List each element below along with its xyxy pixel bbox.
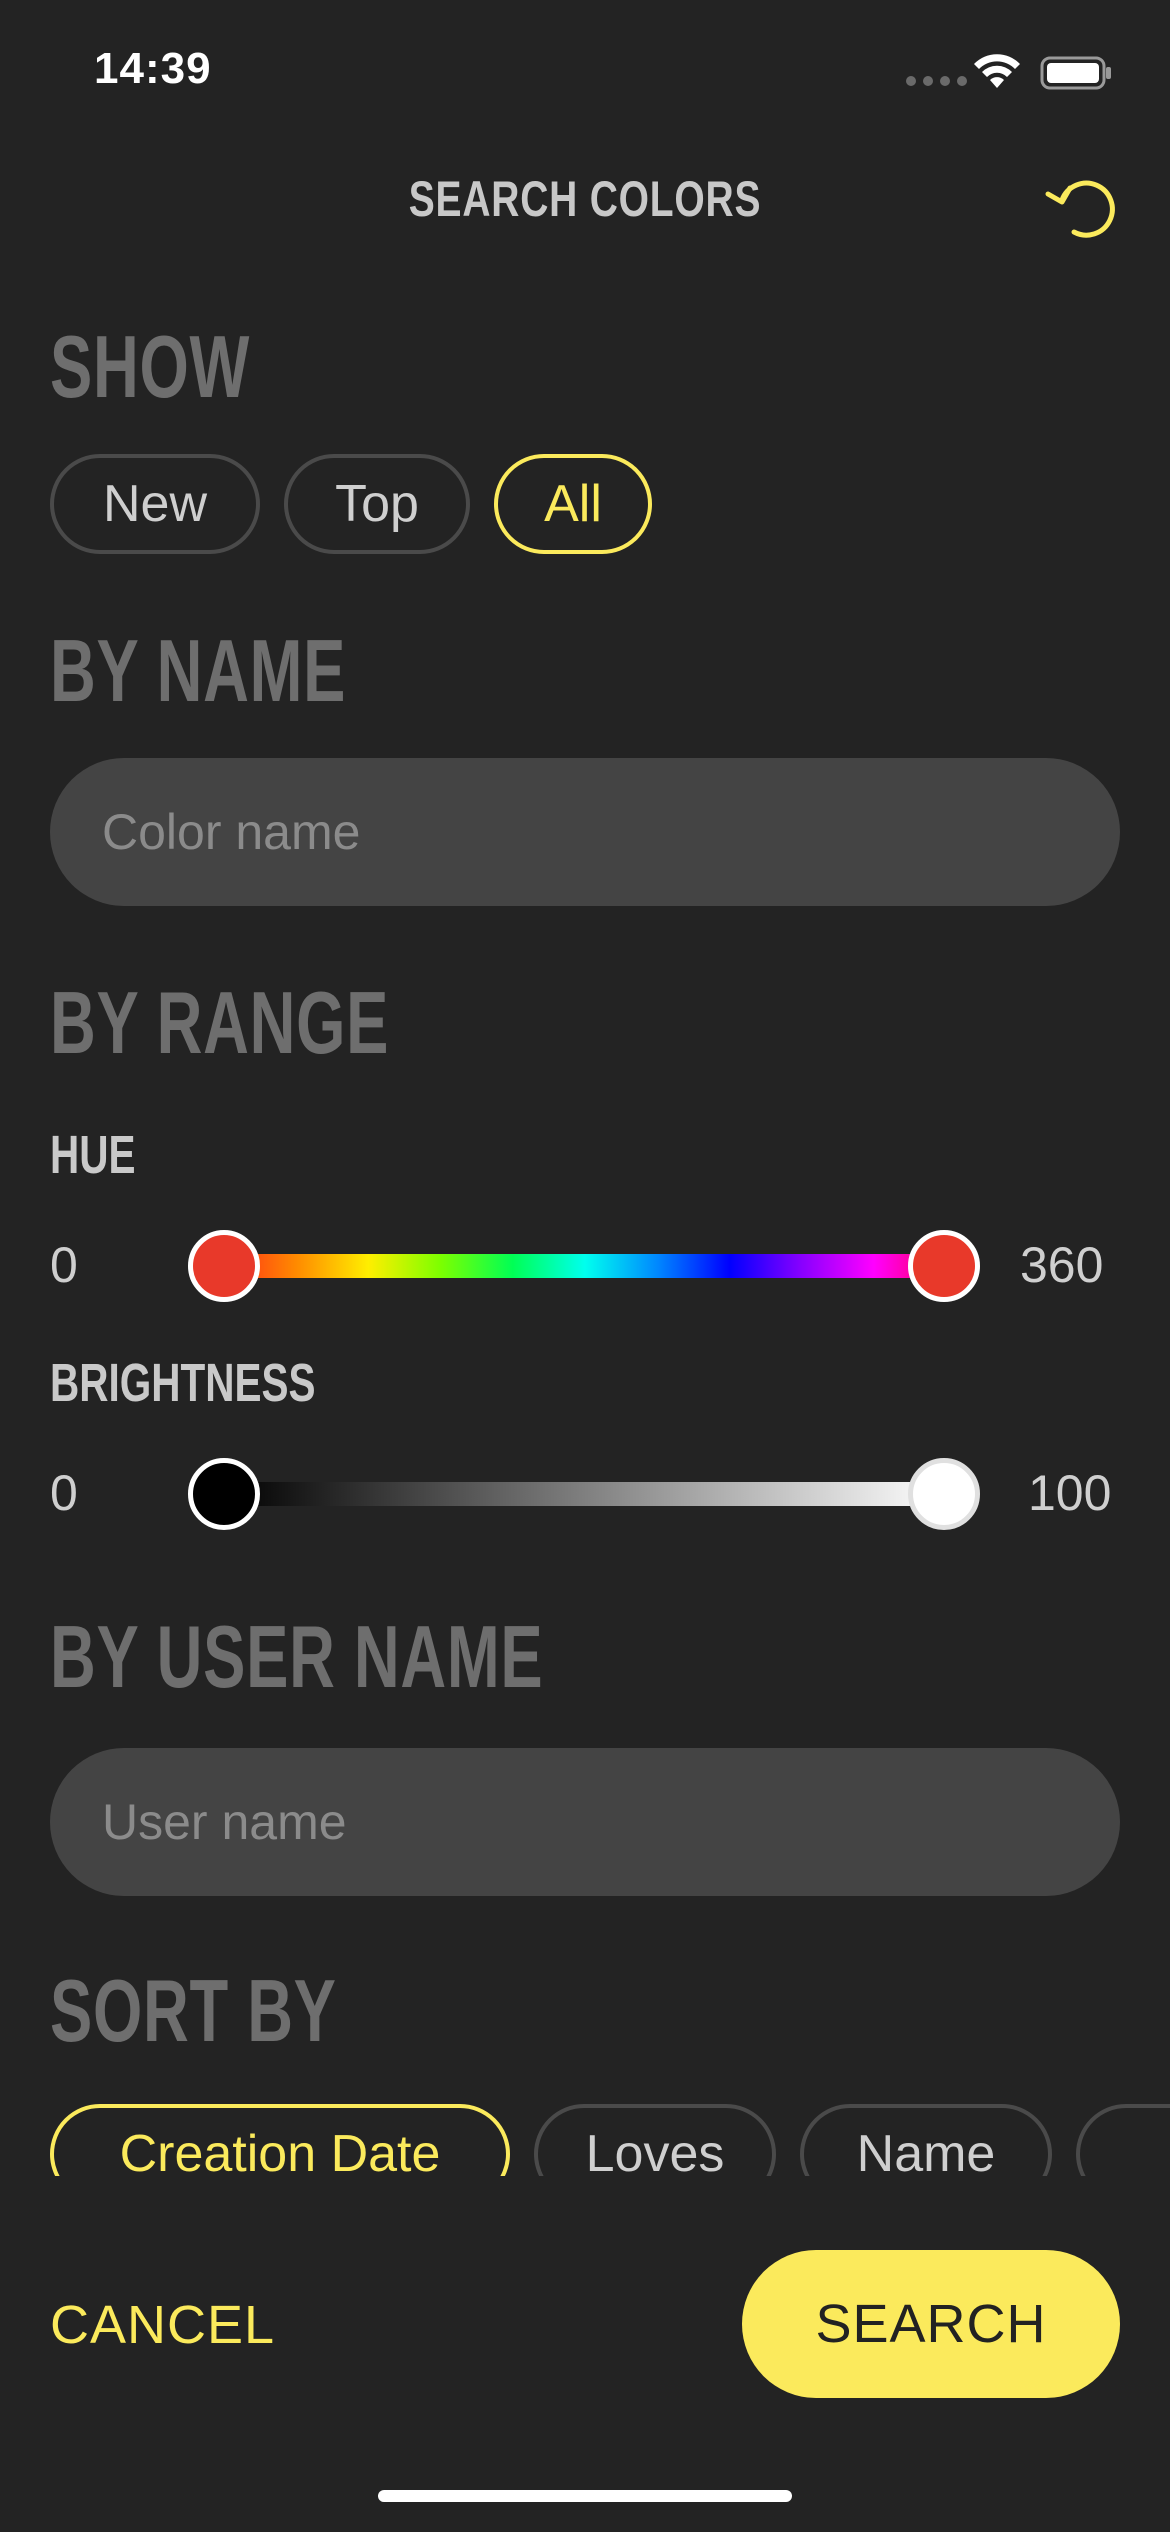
by-user-name-heading: BY USER NAME — [50, 1607, 544, 1706]
user-name-input[interactable] — [100, 1792, 1120, 1852]
search-button[interactable]: SEARCH — [742, 2250, 1120, 2398]
sort-option-more[interactable] — [1076, 2104, 1170, 2176]
sort-by-options: Creation Date Loves Name — [0, 2090, 1170, 2176]
cancel-button[interactable]: CANCEL — [50, 2294, 275, 2356]
hue-max-thumb[interactable] — [908, 1230, 980, 1302]
show-option-new[interactable]: New — [50, 454, 260, 554]
by-name-heading: BY NAME — [50, 621, 347, 720]
sort-by-heading: SORT BY — [50, 1961, 337, 2060]
battery-icon — [1040, 56, 1111, 90]
hue-max-label: 360 — [1020, 1237, 1104, 1293]
show-heading: SHOW — [50, 317, 250, 416]
color-name-input[interactable] — [100, 802, 1120, 862]
status-time: 14:39 — [94, 44, 212, 93]
brightness-max-label: 100 — [1028, 1465, 1112, 1521]
hue-slider-track[interactable] — [224, 1254, 946, 1278]
hue-label: HUE — [50, 1125, 136, 1185]
show-option-top[interactable]: Top — [284, 454, 470, 554]
user-name-field[interactable] — [50, 1748, 1120, 1896]
by-range-heading: BY RANGE — [50, 973, 390, 1072]
brightness-slider-track[interactable] — [224, 1482, 946, 1506]
sort-option-name[interactable]: Name — [800, 2104, 1052, 2176]
wifi-icon — [974, 54, 1020, 88]
hue-min-label: 0 — [50, 1237, 78, 1293]
reset-icon[interactable] — [1040, 172, 1120, 244]
cellular-signal-icon — [906, 76, 967, 86]
color-name-field[interactable] — [50, 758, 1120, 906]
brightness-min-thumb[interactable] — [188, 1458, 260, 1530]
sort-option-loves[interactable]: Loves — [534, 2104, 776, 2176]
hue-min-thumb[interactable] — [188, 1230, 260, 1302]
brightness-min-label: 0 — [50, 1465, 78, 1521]
brightness-label: BRIGHTNESS — [50, 1353, 316, 1413]
show-option-all[interactable]: All — [494, 454, 652, 554]
brightness-max-thumb[interactable] — [908, 1458, 980, 1530]
sort-option-creation-date[interactable]: Creation Date — [50, 2104, 510, 2176]
page-title: SEARCH COLORS — [408, 171, 762, 227]
home-indicator — [378, 2490, 792, 2502]
